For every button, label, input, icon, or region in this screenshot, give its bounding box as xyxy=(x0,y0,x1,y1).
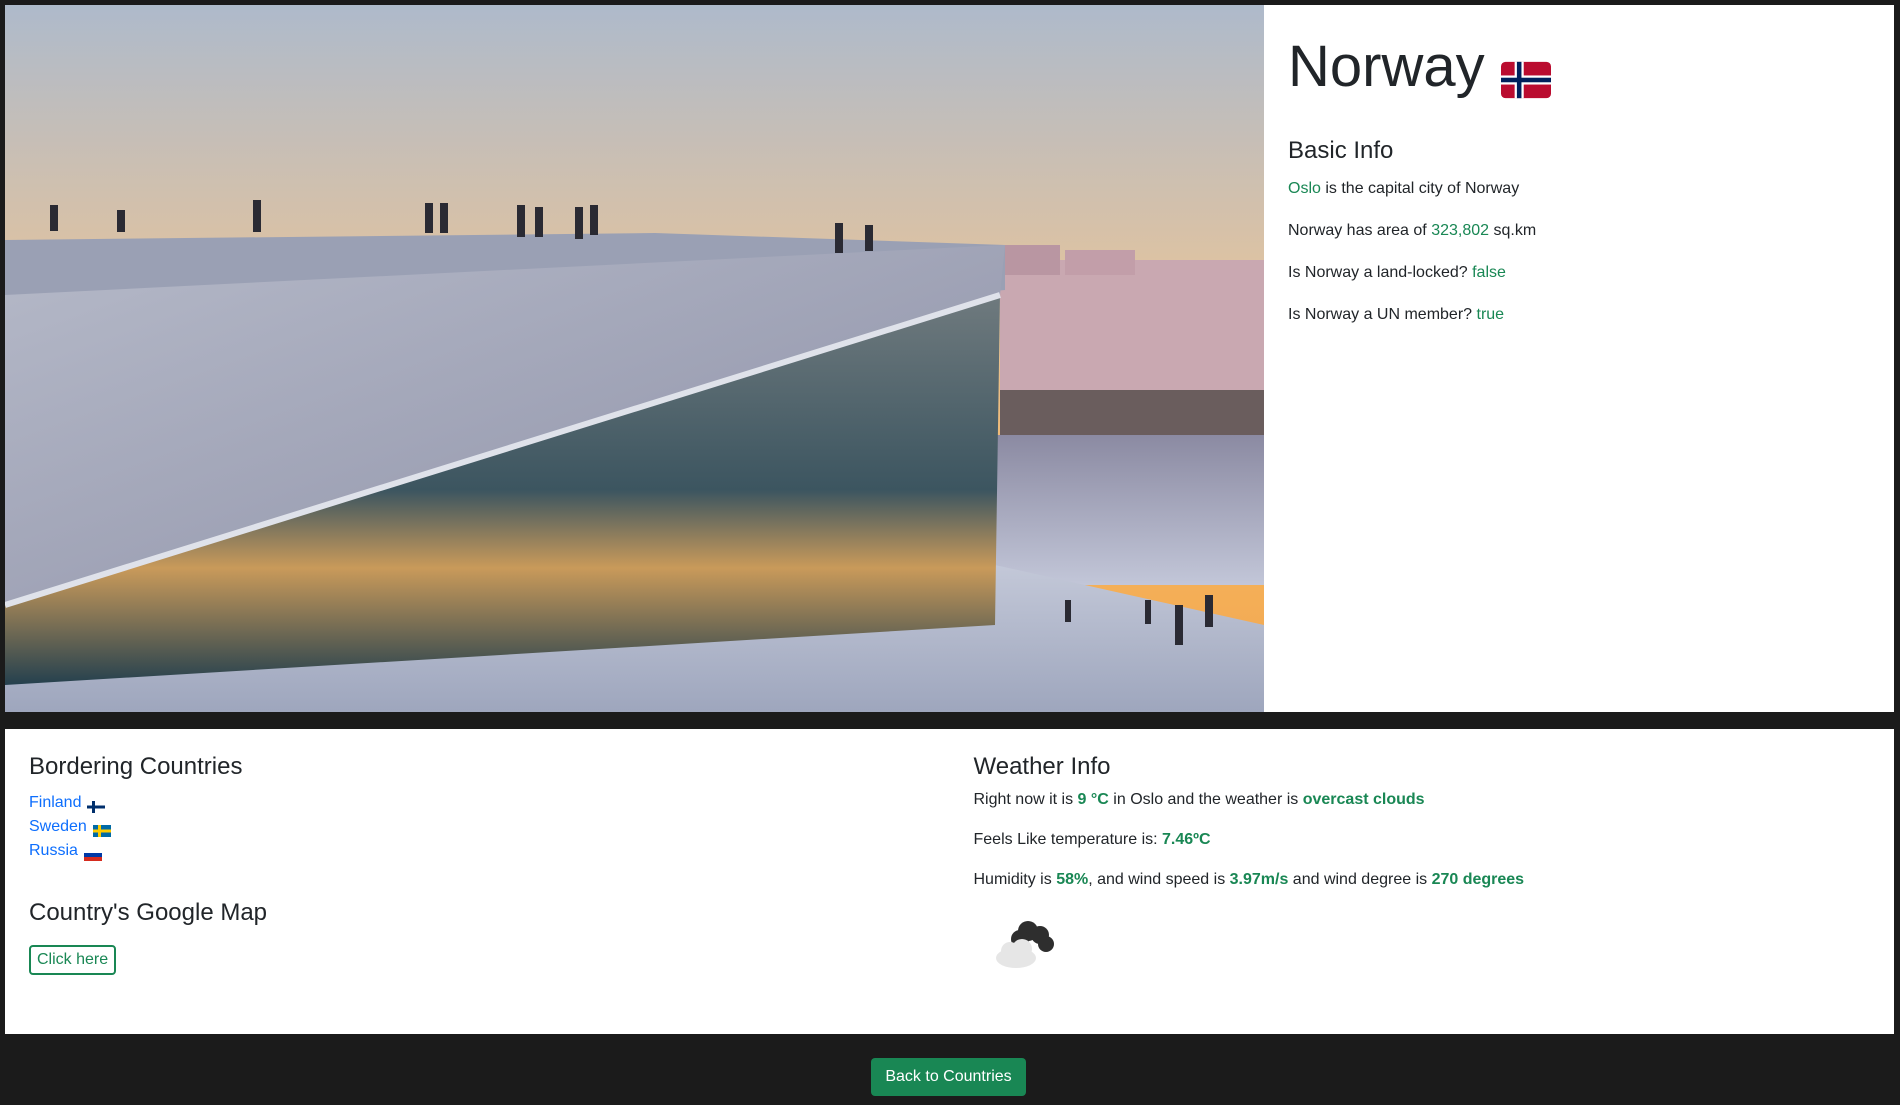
bordering-list: Finland Sweden Russia xyxy=(29,791,950,863)
area-value: 323,802 xyxy=(1431,221,1490,239)
finland-flag-icon xyxy=(87,797,106,813)
country-header-card: Norway Basic Info Oslo is the capital ci… xyxy=(5,5,1894,712)
bordering-country-link-finland[interactable]: Finland xyxy=(29,791,81,815)
wind-degree-value: 270 degrees xyxy=(1431,871,1525,888)
capital-line: Oslo is the capital city of Norway xyxy=(1288,179,1894,199)
landlocked-value: false xyxy=(1472,263,1506,281)
list-item: Russia xyxy=(29,839,950,863)
bordering-country-link-russia[interactable]: Russia xyxy=(29,839,78,863)
capital-text: is the capital city of Norway xyxy=(1320,179,1520,197)
back-to-countries-button[interactable]: Back to Countries xyxy=(871,1058,1026,1096)
weather-text: Right now it is xyxy=(973,791,1078,808)
bordering-heading: Bordering Countries xyxy=(29,753,243,780)
landlocked-prefix: Is Norway a land-locked? xyxy=(1288,263,1473,281)
wind-speed-value: 3.97m/s xyxy=(1229,871,1289,888)
country-name: Norway xyxy=(1288,34,1485,99)
area-line: Norway has area of 323,802 sq.km xyxy=(1288,221,1894,241)
capital-value: Oslo xyxy=(1288,179,1321,197)
area-suffix: sq.km xyxy=(1489,221,1537,239)
weather-text: Humidity is xyxy=(973,871,1057,888)
weather-text: and wind degree is xyxy=(1288,871,1432,888)
bordering-country-link-sweden[interactable]: Sweden xyxy=(29,815,87,839)
feels-like-value: 7.46ºC xyxy=(1162,831,1211,848)
humidity-value: 58% xyxy=(1056,871,1089,888)
feels-like-line: Feels Like temperature is: 7.46ºC xyxy=(974,831,1895,849)
area-prefix: Norway has area of xyxy=(1288,221,1432,239)
weather-text: , and wind speed is xyxy=(1088,871,1230,888)
humidity-wind-line: Humidity is 58%, and wind speed is 3.97m… xyxy=(974,871,1895,889)
un-prefix: Is Norway a UN member? xyxy=(1288,305,1477,323)
left-column: Bordering Countries Finland Sweden Russi… xyxy=(5,729,950,1034)
weather-text: in Oslo and the weather is xyxy=(1108,791,1303,808)
list-item: Sweden xyxy=(29,815,950,839)
overcast-clouds-icon xyxy=(988,911,1895,976)
landlocked-line: Is Norway a land-locked? false xyxy=(1288,263,1894,283)
country-info-panel: Norway Basic Info Oslo is the capital ci… xyxy=(1264,5,1894,712)
country-title: Norway xyxy=(1288,35,1894,99)
sweden-flag-icon xyxy=(92,821,111,837)
details-card: Bordering Countries Finland Sweden Russi… xyxy=(5,729,1894,1034)
un-member-value: true xyxy=(1476,305,1505,323)
weather-heading: Weather Info xyxy=(973,753,1111,780)
russia-flag-icon xyxy=(83,845,102,861)
weather-column: Weather Info Right now it is 9 °C in Osl… xyxy=(950,729,1895,1034)
weather-text: Feels Like temperature is: xyxy=(973,831,1163,848)
list-item: Finland xyxy=(29,791,950,815)
country-hero-image xyxy=(5,5,1264,712)
weather-current-line: Right now it is 9 °C in Oslo and the wea… xyxy=(974,791,1895,809)
basic-info-heading: Basic Info xyxy=(1288,136,1394,164)
un-member-line: Is Norway a UN member? true xyxy=(1288,305,1894,325)
weather-condition-value: overcast clouds xyxy=(1302,791,1425,808)
norway-flag-icon xyxy=(1500,48,1551,99)
map-heading: Country's Google Map xyxy=(29,899,268,926)
temperature-value: 9 °C xyxy=(1077,791,1109,808)
open-map-button[interactable]: Click here xyxy=(29,945,117,975)
